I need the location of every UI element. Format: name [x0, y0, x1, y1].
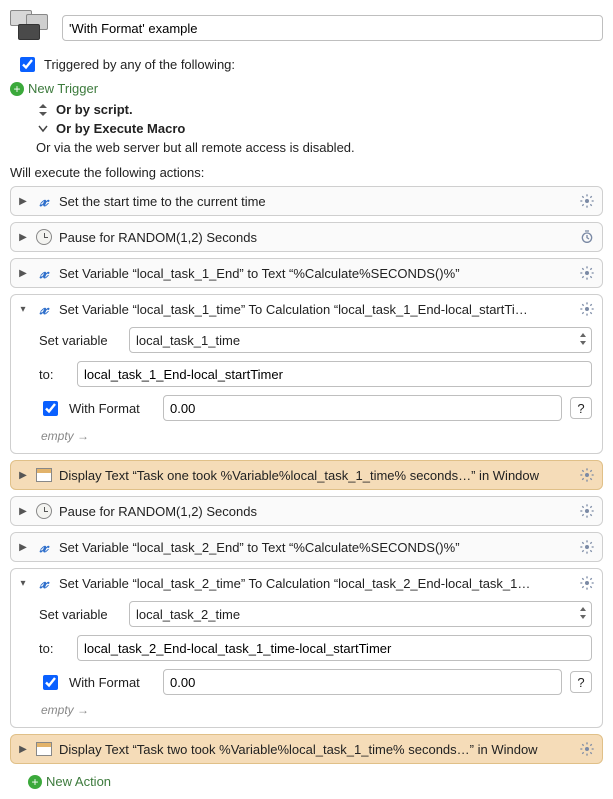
chevron-right-icon: ▶ — [17, 506, 29, 517]
clock-icon — [35, 229, 53, 245]
chevron-right-icon: ▶ — [17, 196, 29, 207]
gear-icon[interactable] — [578, 192, 596, 210]
updown-caret-icon — [579, 333, 587, 348]
action-row[interactable]: ▶ Pause for RANDOM(1,2) Seconds — [10, 496, 603, 526]
or-by-execute-macro-row[interactable]: Or by Execute Macro — [36, 121, 603, 136]
new-action-button[interactable]: + New Action — [28, 774, 603, 789]
help-button[interactable]: ? — [570, 671, 592, 693]
chevron-down-icon — [36, 122, 50, 136]
action-title: Set Variable “local_task_1_End” to Text … — [59, 266, 572, 281]
to-input[interactable] — [77, 635, 592, 661]
chevron-right-icon: ▶ — [17, 542, 29, 553]
action-title: Set Variable “local_task_2_time” To Calc… — [59, 576, 572, 591]
to-input[interactable] — [77, 361, 592, 387]
set-variable-label: Set variable — [39, 333, 121, 348]
action-title: Set the start time to the current time — [59, 194, 572, 209]
timer-gear-icon[interactable] — [578, 228, 596, 246]
chevron-right-icon: ▶ — [17, 470, 29, 481]
action-title: Pause for RANDOM(1,2) Seconds — [59, 230, 572, 245]
action-title: Pause for RANDOM(1,2) Seconds — [59, 504, 572, 519]
macro-icon — [10, 10, 54, 46]
with-format-checkbox[interactable] — [43, 675, 58, 690]
updown-icon — [36, 103, 50, 117]
action-row[interactable]: ▶ 𝓍 Set the start time to the current ti… — [10, 186, 603, 216]
variable-select[interactable]: local_task_2_time — [129, 601, 592, 627]
triggered-by-label: Triggered by any of the following: — [44, 57, 235, 72]
format-input[interactable] — [163, 395, 562, 421]
chevron-down-icon: ▾ — [17, 578, 29, 589]
with-format-label: With Format — [69, 401, 155, 416]
action-row[interactable]: ▶ Display Text “Task two took %Variable%… — [10, 734, 603, 764]
empty-result-note: empty → — [39, 429, 592, 443]
window-icon — [35, 467, 53, 483]
action-title: Set Variable “local_task_1_time” To Calc… — [59, 302, 572, 317]
action-title: Display Text “Task one took %Variable%lo… — [59, 468, 572, 483]
format-input[interactable] — [163, 669, 562, 695]
with-format-checkbox[interactable] — [43, 401, 58, 416]
or-via-web-label: Or via the web server but all remote acc… — [36, 140, 603, 155]
variable-x-icon: 𝓍 — [35, 301, 53, 317]
variable-x-icon: 𝓍 — [35, 265, 53, 281]
action-row-expanded[interactable]: ▾ 𝓍 Set Variable “local_task_2_time” To … — [10, 568, 603, 728]
chevron-right-icon: ▶ — [17, 268, 29, 279]
gear-icon[interactable] — [578, 538, 596, 556]
action-row[interactable]: ▶ Pause for RANDOM(1,2) Seconds — [10, 222, 603, 252]
gear-icon[interactable] — [578, 264, 596, 282]
set-variable-label: Set variable — [39, 607, 121, 622]
macro-title-input[interactable] — [62, 15, 603, 41]
variable-x-icon: 𝓍 — [35, 575, 53, 591]
action-title: Set Variable “local_task_2_End” to Text … — [59, 540, 572, 555]
new-trigger-label: New Trigger — [28, 81, 98, 96]
actions-section-label: Will execute the following actions: — [10, 165, 603, 180]
action-title: Display Text “Task two took %Variable%lo… — [59, 742, 572, 757]
to-label: to: — [39, 641, 69, 656]
triggered-by-checkbox[interactable] — [20, 57, 35, 72]
chevron-right-icon: ▶ — [17, 232, 29, 243]
new-action-label: New Action — [46, 774, 111, 789]
help-button[interactable]: ? — [570, 397, 592, 419]
gear-icon[interactable] — [578, 740, 596, 758]
variable-x-icon: 𝓍 — [35, 539, 53, 555]
empty-result-note: empty → — [39, 703, 592, 717]
gear-icon[interactable] — [578, 466, 596, 484]
action-row[interactable]: ▶ 𝓍 Set Variable “local_task_2_End” to T… — [10, 532, 603, 562]
clock-icon — [35, 503, 53, 519]
gear-icon[interactable] — [578, 300, 596, 318]
plus-icon: + — [10, 82, 24, 96]
window-icon — [35, 741, 53, 757]
updown-caret-icon — [579, 607, 587, 622]
chevron-right-icon: ▶ — [17, 744, 29, 755]
plus-icon: + — [28, 775, 42, 789]
to-label: to: — [39, 367, 69, 382]
chevron-down-icon: ▾ — [17, 304, 29, 315]
new-trigger-button[interactable]: + New Trigger — [10, 81, 603, 96]
gear-icon[interactable] — [578, 502, 596, 520]
or-by-script-row[interactable]: Or by script. — [36, 102, 603, 117]
with-format-label: With Format — [69, 675, 155, 690]
gear-icon[interactable] — [578, 574, 596, 592]
action-row[interactable]: ▶ 𝓍 Set Variable “local_task_1_End” to T… — [10, 258, 603, 288]
action-row-expanded[interactable]: ▾ 𝓍 Set Variable “local_task_1_time” To … — [10, 294, 603, 454]
variable-x-icon: 𝓍 — [35, 193, 53, 209]
variable-select[interactable]: local_task_1_time — [129, 327, 592, 353]
action-row[interactable]: ▶ Display Text “Task one took %Variable%… — [10, 460, 603, 490]
